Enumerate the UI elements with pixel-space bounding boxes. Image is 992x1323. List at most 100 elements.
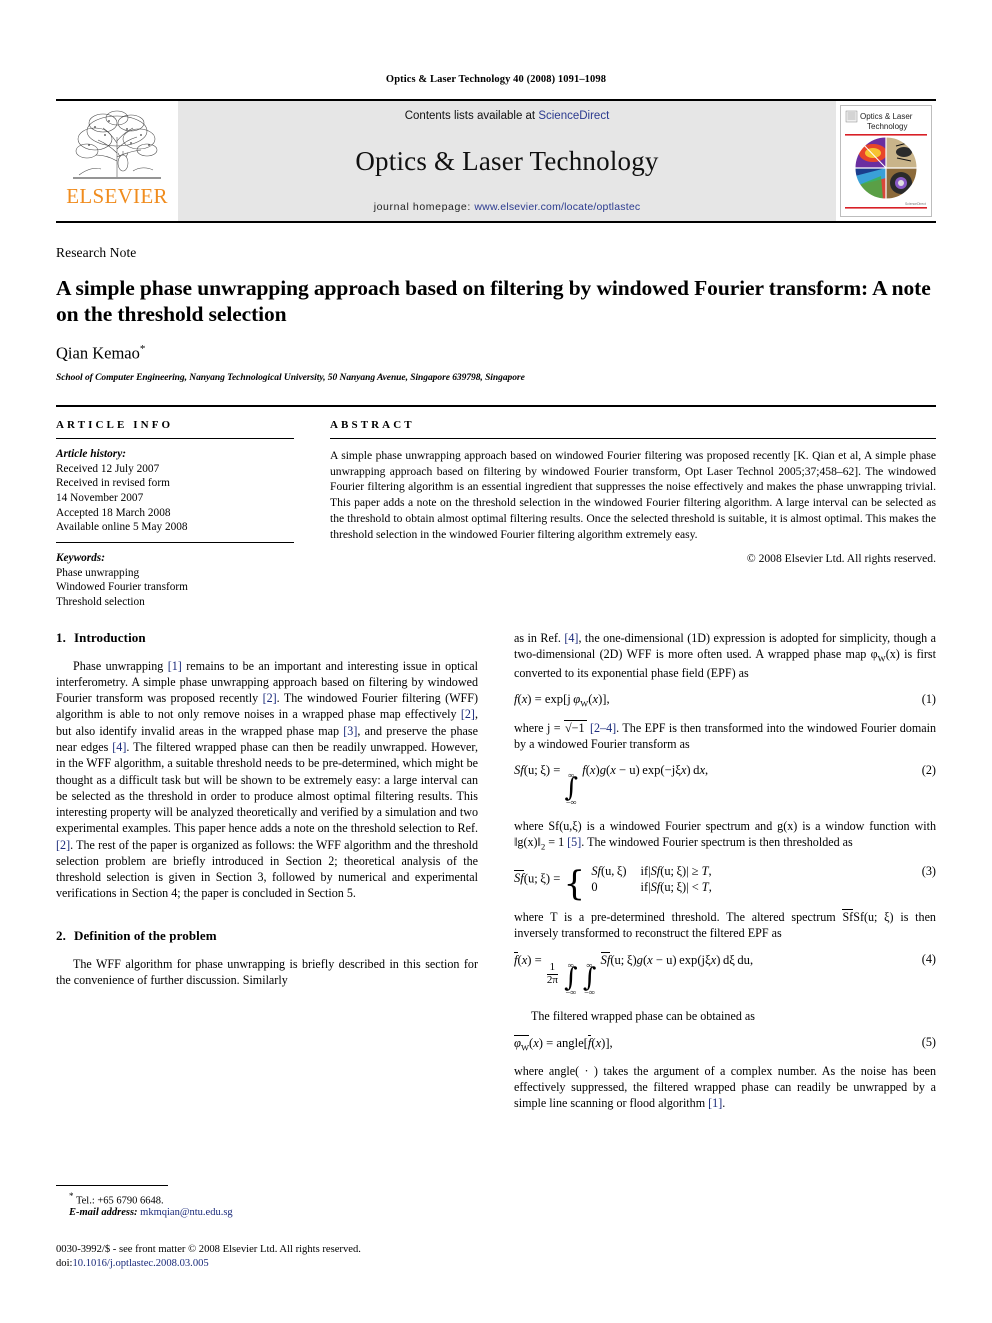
integral-sign: ∞ ∫ −∞: [564, 959, 578, 998]
text-run: . The rest of the paper is organized as …: [56, 837, 478, 901]
copyright-line: © 2008 Elsevier Ltd. All rights reserved…: [746, 551, 936, 565]
citation-link[interactable]: [4]: [564, 631, 578, 645]
citation-link[interactable]: [2]: [56, 838, 70, 852]
article-history-item: Available online 5 May 2008: [56, 521, 188, 534]
svg-text:Technology: Technology: [867, 122, 907, 131]
citation-link[interactable]: [2]: [263, 691, 277, 705]
elsevier-logo: ELSEVIER: [56, 101, 178, 221]
equation-5-body: φW(x) = angle[f(x)],: [514, 1034, 613, 1053]
text-run: where T is a pre-determined threshold. T…: [514, 909, 843, 924]
author-label: Qian Kemao: [56, 343, 140, 363]
text-run: where j =: [514, 720, 564, 735]
article-info-column: ARTICLE INFO Article history: Received 1…: [56, 419, 294, 610]
svg-text:Optics & Laser: Optics & Laser: [860, 112, 913, 121]
article-history-label: Article history:: [56, 447, 126, 460]
footnote-email-label: E-mail address:: [69, 1206, 138, 1218]
imprint-line: 0030-3992/$ - see front matter © 2008 El…: [56, 1244, 361, 1255]
article-info-rule: [56, 437, 294, 439]
journal-homepage-line: journal homepage: www.elsevier.com/locat…: [374, 201, 641, 213]
text-run: Phase unwrapping: [73, 658, 168, 673]
cases-grid: Sf(u, ξ) if|Sf(u; ξ)| ≥ T, 0 if|Sf(u; ξ)| …: [591, 863, 712, 894]
paper-page: Optics & Laser Technology 40 (2008) 1091…: [0, 0, 992, 1323]
paragraph-introduction: Phase unwrapping [1] remains to be an im…: [56, 658, 478, 902]
abstract-heading: ABSTRACT: [330, 418, 415, 431]
paragraph-definition: The WFF algorithm for phase unwrapping i…: [56, 956, 478, 987]
overline-sf: Sf: [842, 908, 854, 924]
paragraph-filtered-phase: The filtered wrapped phase can be obtain…: [531, 1008, 755, 1023]
section-heading-definition: 2. Definition of the problem: [56, 928, 478, 944]
section-number: 2.: [56, 927, 66, 943]
integral-sign: ∞ ∫ −∞: [582, 959, 597, 998]
body-columns: 1. Introduction Phase unwrapping [1] rema…: [56, 630, 936, 1112]
keywords-block: Keywords: Phase unwrapping Windowed Four…: [56, 551, 294, 610]
abstract-column: ABSTRACT A simple phase unwrapping appro…: [330, 419, 936, 610]
journal-cover-art: Optics & Laser Technology ScienceDirect: [841, 106, 931, 216]
journal-title: Optics & Laser Technology: [355, 146, 659, 176]
equation-4-number: (4): [921, 952, 936, 967]
equation-5-number: (5): [921, 1034, 936, 1049]
equation-1-body: f(x) = exp[j φW(x)],: [514, 692, 610, 709]
article-history-item: Accepted 18 March 2008: [56, 506, 171, 519]
citation-link[interactable]: [2–4]: [590, 721, 616, 735]
doi-line: doi:10.1016/j.optlastec.2008.03.005: [56, 1257, 361, 1271]
info-abstract-row: ARTICLE INFO Article history: Received 1…: [56, 404, 936, 610]
subscript-w: W: [877, 653, 886, 664]
document-type: Research Note: [56, 245, 137, 260]
doi-link[interactable]: 10.1016/j.optlastec.2008.03.005: [72, 1258, 208, 1269]
article-info-heading: ARTICLE INFO: [56, 418, 174, 431]
contents-prefix: Contents lists available at: [404, 110, 539, 122]
right-column: as in Ref. [4], the one-dimensional (1D)…: [514, 630, 936, 1112]
section-title: Introduction: [73, 629, 146, 645]
footnote-tel: * Tel.: +65 6790 6648.: [56, 1191, 476, 1207]
citation-link[interactable]: [1]: [168, 659, 182, 673]
paragraph-window-function: where Sf(u,ξ) is a windowed Fourier spec…: [514, 818, 936, 853]
abstract-text: A simple phase unwrapping approach based…: [330, 448, 936, 541]
homepage-prefix: journal homepage:: [373, 201, 475, 213]
section-heading-introduction: 1. Introduction: [56, 630, 478, 646]
sqrt-minus-one: √−1: [564, 719, 587, 735]
footnote-rule: [56, 1185, 168, 1186]
citation-link[interactable]: [5]: [567, 835, 581, 849]
equation-2-number: (2): [921, 763, 936, 778]
sciencedirect-link[interactable]: ScienceDirect: [538, 110, 609, 122]
citation-link[interactable]: [2]: [461, 707, 475, 721]
journal-homepage-link[interactable]: www.elsevier.com/locate/optlastec: [474, 201, 640, 213]
keyword-item: Threshold selection: [56, 595, 145, 608]
contents-available-line: Contents lists available at ScienceDirec…: [405, 110, 610, 122]
equation-3: Sf(u; ξ) = { Sf(u, ξ) if|Sf(u; ξ)| ≥ T, 0…: [514, 863, 936, 904]
cases-brace: {: [563, 863, 586, 904]
paragraph-epf-transform: where j = √−1 [2–4]. The EPF is then tra…: [514, 719, 936, 753]
text-run: .: [722, 1096, 726, 1111]
paragraph-angle-operator: where angle( · ) takes the argument of a…: [514, 1063, 936, 1112]
text-run: . The windowed Fourier spectrum is then …: [581, 834, 853, 849]
section-title: Definition of the problem: [73, 927, 217, 943]
citation-link[interactable]: [3]: [343, 724, 357, 738]
section-number: 1.: [56, 629, 66, 645]
article-history-block: Article history: Received 12 July 2007 R…: [56, 447, 294, 535]
citation-link[interactable]: [4]: [112, 740, 126, 754]
footnote-marker: *: [69, 1191, 74, 1201]
text-run: , the one-dimensional (1D) expression is…: [514, 630, 936, 661]
affiliation: School of Computer Engineering, Nanyang …: [56, 372, 525, 383]
equation-2: Sf(u; ξ) = ∞ ∫ −∞ f(x)g(x − u) exp(−jξx) d…: [514, 763, 936, 807]
footnote-tel-text: Tel.: +65 6790 6648.: [75, 1195, 164, 1207]
keyword-item: Phase unwrapping: [56, 566, 140, 579]
equation-3-body: Sf(u; ξ) = { Sf(u, ξ) if|Sf(u; ξ)| ≥ T, 0…: [514, 863, 712, 904]
text-run: . The filtered wrapped phase can then be…: [56, 739, 478, 836]
corresponding-author-marker: *: [139, 343, 146, 356]
paragraph-altered-spectrum: where T is a pre-determined threshold. T…: [514, 908, 936, 942]
citation-link[interactable]: [1]: [708, 1096, 722, 1110]
elsevier-tree-icon: [73, 110, 161, 179]
journal-masthead: ELSEVIER Contents lists available at Sci…: [56, 99, 936, 223]
title-block: Research Note A simple phase unwrapping …: [56, 245, 936, 383]
keywords-label: Keywords:: [56, 551, 105, 564]
equation-1-number: (1): [921, 692, 936, 707]
paragraph-wff-1d: as in Ref. [4], the one-dimensional (1D)…: [514, 630, 936, 681]
author-name: Qian Kemao*: [56, 343, 936, 364]
equation-2-body: Sf(u; ξ) = ∞ ∫ −∞ f(x)g(x − u) exp(−jξx) d…: [514, 763, 709, 808]
footnote-email: E-mail address: mkmqian@ntu.edu.sg: [56, 1207, 476, 1218]
equation-3-number: (3): [921, 863, 936, 878]
email-link[interactable]: mkmqian@ntu.edu.sg: [140, 1207, 233, 1218]
journal-cover-thumbnail[interactable]: Optics & Laser Technology ScienceDirect: [840, 105, 932, 217]
